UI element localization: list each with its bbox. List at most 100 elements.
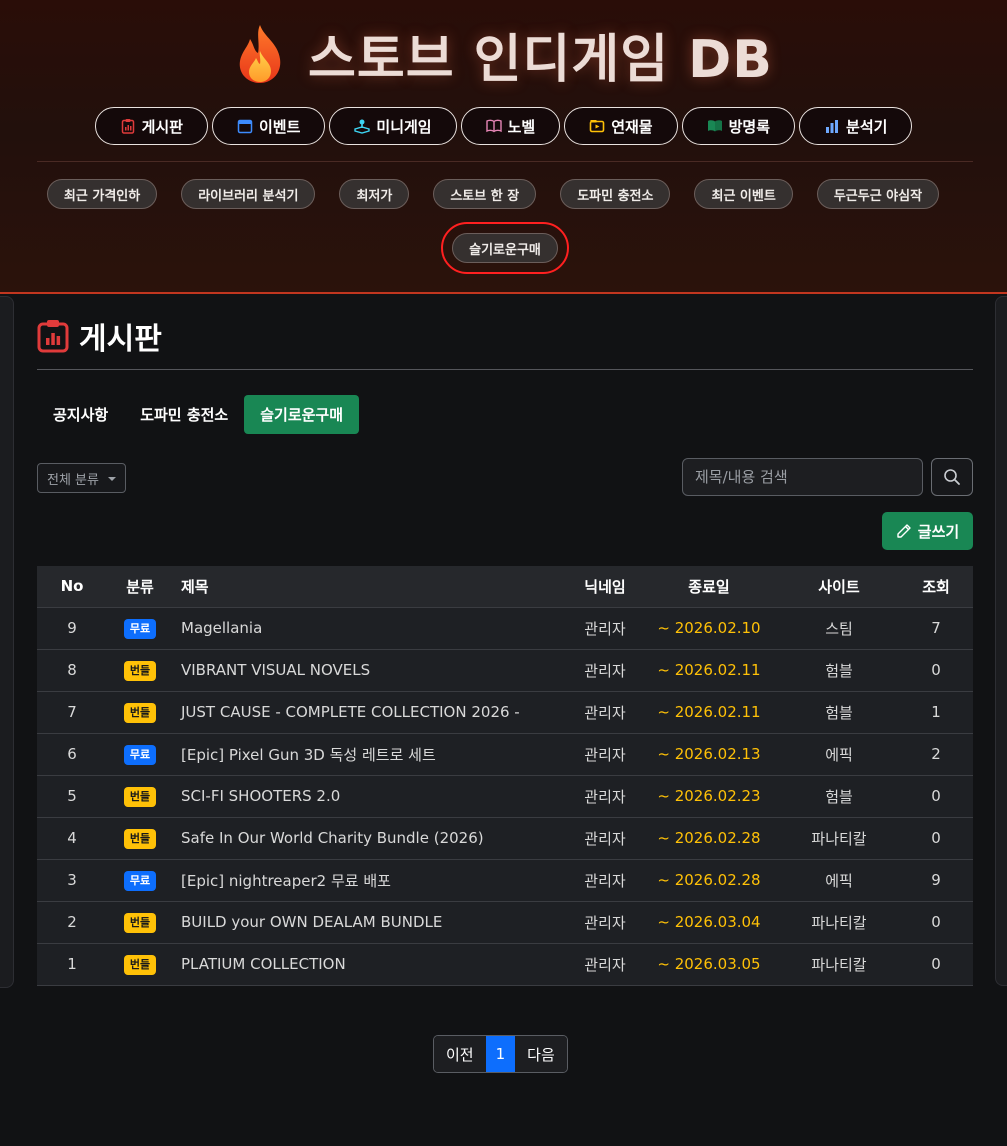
tab-dopamine[interactable]: 도파민 충전소: [124, 395, 244, 434]
row-title-link[interactable]: [Epic] nightreaper2 무료 배포: [173, 859, 571, 902]
row-end-date: ~ 2026.03.05: [639, 943, 779, 986]
sub-nav-lowest-price[interactable]: 최저가: [339, 179, 410, 209]
row-category-cell: 번들: [107, 943, 173, 986]
row-views: 9: [899, 859, 973, 902]
table-header-row: No 분류 제목 닉네임 종료일 사이트 조회: [37, 566, 973, 608]
row-views: 0: [899, 775, 973, 818]
category-badge: 번들: [123, 702, 157, 723]
sub-nav-library-analyzer[interactable]: 라이브러리 분석기: [181, 179, 316, 209]
row-title-link[interactable]: PLATIUM COLLECTION: [173, 943, 571, 986]
row-views: 0: [899, 649, 973, 692]
row-site: 험블: [779, 691, 899, 734]
table-row[interactable]: 2 번들 BUILD your OWN DEALAM BUNDLE 관리자 ~ …: [37, 901, 973, 944]
category-badge: 번들: [123, 954, 157, 975]
nav-board-label: 게시판: [141, 117, 183, 136]
book-icon: [485, 119, 502, 133]
next-page-button[interactable]: 다음: [515, 1036, 567, 1072]
table-row[interactable]: 7 번들 JUST CAUSE - COMPLETE COLLECTION 20…: [37, 691, 973, 734]
row-end-date: ~ 2026.02.10: [639, 607, 779, 650]
row-no: 5: [37, 775, 107, 818]
table-row[interactable]: 5 번들 SCI-FI SHOOTERS 2.0 관리자 ~ 2026.02.2…: [37, 775, 973, 818]
sub-nav-ambitious-work[interactable]: 두근두근 야심작: [816, 179, 940, 209]
row-no: 3: [37, 859, 107, 902]
write-button[interactable]: 글쓰기: [882, 512, 973, 550]
sub-nav: 최근 가격인하 라이브러리 분석기 최저가 스토브 한 장 도파민 충전소 최근…: [37, 179, 973, 274]
row-site: 파나티칼: [779, 817, 899, 860]
row-site: 험블: [779, 775, 899, 818]
row-title-link[interactable]: Safe In Our World Charity Bundle (2026): [173, 817, 571, 860]
row-title-link[interactable]: BUILD your OWN DEALAM BUNDLE: [173, 901, 571, 944]
tab-notice[interactable]: 공지사항: [37, 395, 124, 434]
sub-nav-dopamine[interactable]: 도파민 충전소: [560, 179, 671, 209]
site-title-text: 스토브 인디게임 DB: [308, 29, 773, 90]
nav-analyzer-label: 분석기: [846, 117, 888, 136]
nav-guestbook-label: 방명록: [728, 117, 771, 136]
row-title-link[interactable]: Magellania: [173, 607, 571, 650]
nav-event-label: 이벤트: [258, 117, 301, 136]
calendar-icon: [237, 119, 253, 134]
row-no: 7: [37, 691, 107, 734]
nav-event-button[interactable]: 이벤트: [211, 107, 326, 145]
nav-minigame-button[interactable]: 미니게임: [329, 107, 457, 145]
nav-novel-button[interactable]: 노벨: [460, 107, 561, 145]
col-end-date: 종료일: [639, 566, 779, 608]
col-site: 사이트: [779, 566, 899, 608]
row-category-cell: 번들: [107, 691, 173, 734]
nav-analyzer-button[interactable]: 분석기: [799, 107, 913, 145]
row-title-link[interactable]: SCI-FI SHOOTERS 2.0: [173, 775, 571, 818]
table-row[interactable]: 8 번들 VIBRANT VISUAL NOVELS 관리자 ~ 2026.02…: [37, 649, 973, 692]
row-title-link[interactable]: JUST CAUSE - COMPLETE COLLECTION 2026 -: [173, 691, 571, 734]
category-badge: 무료: [123, 744, 157, 765]
pagination: 이전 1 다음: [433, 1035, 568, 1073]
page-1-button[interactable]: 1: [485, 1036, 516, 1072]
category-badge: 번들: [123, 660, 157, 681]
category-select[interactable]: 전체 분류: [37, 463, 126, 493]
row-end-date: ~ 2026.02.11: [639, 691, 779, 734]
prev-page-button[interactable]: 이전: [434, 1036, 486, 1072]
board-title: 게시판: [37, 318, 162, 357]
table-row[interactable]: 4 번들 Safe In Our World Charity Bundle (2…: [37, 817, 973, 860]
row-end-date: ~ 2026.02.28: [639, 859, 779, 902]
green-book-icon: [707, 120, 722, 132]
table-row[interactable]: 3 무료 [Epic] nightreaper2 무료 배포 관리자 ~ 202…: [37, 859, 973, 902]
row-title-link[interactable]: [Epic] Pixel Gun 3D 독성 레트로 세트: [173, 733, 571, 776]
caret-down-icon: [108, 477, 116, 481]
row-end-date: ~ 2026.03.04: [639, 901, 779, 944]
nav-series-button[interactable]: 연재물: [564, 107, 678, 145]
search-input[interactable]: [682, 458, 923, 496]
search-icon: [944, 469, 960, 485]
sub-nav-recent-price-drop[interactable]: 최근 가격인하: [46, 179, 158, 209]
row-end-date: ~ 2026.02.28: [639, 817, 779, 860]
row-category-cell: 번들: [107, 649, 173, 692]
left-side-panel: [0, 296, 14, 988]
row-title-link[interactable]: VIBRANT VISUAL NOVELS: [173, 649, 571, 692]
sub-nav-smart-purchase[interactable]: 슬기로운구매: [441, 222, 569, 274]
row-no: 9: [37, 607, 107, 650]
site-title[interactable]: 스토브 인디게임 DB: [0, 20, 1007, 90]
search-button[interactable]: [931, 458, 973, 496]
table-row[interactable]: 9 무료 Magellania 관리자 ~ 2026.02.10 스팀 7: [37, 607, 973, 650]
site-header: 스토브 인디게임 DB 게시판 이벤트 미니게임 노벨 연재물 방명록 분석기 …: [0, 0, 1007, 294]
header-divider: [37, 161, 973, 162]
row-no: 6: [37, 733, 107, 776]
nav-guestbook-button[interactable]: 방명록: [681, 107, 796, 145]
row-category-cell: 번들: [107, 901, 173, 944]
table-row[interactable]: 1 번들 PLATIUM COLLECTION 관리자 ~ 2026.03.05…: [37, 943, 973, 986]
row-nickname: 관리자: [571, 691, 639, 734]
row-site: 파나티칼: [779, 901, 899, 944]
category-badge: 무료: [123, 870, 157, 891]
tab-smart-purchase[interactable]: 슬기로운구매: [244, 395, 360, 434]
sub-nav-recent-events[interactable]: 최근 이벤트: [694, 179, 793, 209]
clipboard-chart-icon: [37, 320, 69, 353]
row-end-date: ~ 2026.02.11: [639, 649, 779, 692]
flame-icon: [239, 25, 281, 83]
sub-nav-stove-one[interactable]: 스토브 한 장: [433, 179, 537, 209]
write-button-label: 글쓰기: [917, 522, 960, 541]
board-tabs: 공지사항 도파민 충전소 슬기로운구매: [37, 395, 360, 434]
row-category-cell: 무료: [107, 733, 173, 776]
nav-board-button[interactable]: 게시판: [94, 107, 208, 145]
row-category-cell: 무료: [107, 859, 173, 902]
row-site: 에픽: [779, 733, 899, 776]
row-nickname: 관리자: [571, 649, 639, 692]
table-row[interactable]: 6 무료 [Epic] Pixel Gun 3D 독성 레트로 세트 관리자 ~…: [37, 733, 973, 776]
